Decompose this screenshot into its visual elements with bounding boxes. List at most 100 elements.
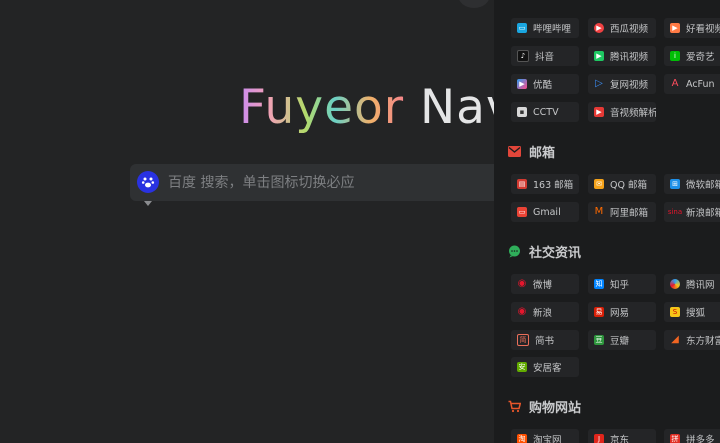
youku-icon: ▶ [517, 79, 527, 89]
link-douban[interactable]: 豆豆瓣 [588, 330, 656, 350]
iqiyi-icon: i [670, 51, 680, 61]
sina-mail-icon: sina [667, 207, 683, 216]
anjuke-icon: 安 [517, 362, 527, 372]
link-eastmoney[interactable]: ◢ 东方财富 [664, 330, 720, 350]
top-circle-button[interactable] [458, 0, 490, 8]
xigua-icon: ▶ [594, 23, 604, 33]
logo-brand: Fuyeor [239, 80, 405, 135]
link-bilibili[interactable]: ▭ 哔哩哔哩 [511, 18, 579, 38]
link-label: QQ 邮箱 [610, 180, 647, 191]
chat-bubble-icon [508, 245, 521, 258]
link-label: 音视频解析 [610, 108, 656, 119]
zhihu-icon: 知 [594, 279, 604, 289]
link-sina[interactable]: ◉ 新浪 [511, 302, 579, 322]
link-label: 163 邮箱 [533, 180, 574, 191]
cctv-icon: ▪ [517, 107, 527, 117]
link-weibo[interactable]: ◉ 微博 [511, 274, 579, 294]
link-fuwang-video[interactable]: ▷ 复网视频 [588, 74, 656, 94]
haokan-icon: ▶ [670, 23, 680, 33]
link-label: 好看视频 [686, 24, 720, 35]
link-label: 京东 [610, 435, 630, 443]
play-icon: ▷ [595, 78, 603, 89]
link-zhihu[interactable]: 知知乎 [588, 274, 656, 294]
link-pinduoduo[interactable]: 拼拼多多 [664, 429, 720, 443]
section-label: 邮箱 [529, 146, 556, 161]
sidebar-panel: ▭ 哔哩哔哩 ▶ 西瓜视频 ▶ 好看视频 ♪ 抖音 ▶ 腾讯视频 i 爱奇艺 ▶ 优酷 ▷ 复网… [494, 0, 720, 443]
cart-icon [508, 400, 521, 413]
link-label: 复网视频 [610, 80, 649, 91]
engine-dropdown-caret-icon[interactable] [144, 201, 152, 206]
link-tencent-video[interactable]: ▶ 腾讯视频 [588, 46, 656, 66]
link-label: 新浪 [533, 308, 553, 319]
link-label: AcFun [686, 78, 715, 90]
site-logo: Fuyeor Nav [239, 80, 515, 135]
main-area: Fuyeor Nav [0, 0, 514, 443]
section-label: 社交资讯 [529, 246, 582, 261]
link-label: 优酷 [533, 80, 553, 91]
link-douyin[interactable]: ♪ 抖音 [511, 46, 579, 66]
link-label: 爱奇艺 [686, 52, 715, 63]
section-mail-title: 邮箱 [508, 142, 555, 161]
bilibili-icon: ▭ [517, 23, 527, 33]
link-label: 阿里邮箱 [610, 208, 649, 219]
link-label: Gmail [533, 206, 561, 218]
link-netease[interactable]: 易网易 [588, 302, 656, 322]
section-label: 购物网站 [529, 401, 582, 416]
link-qq-mail[interactable]: ✉ QQ 邮箱 [588, 174, 656, 194]
link-outlook-mail[interactable]: ⊞ 微软邮箱 [664, 174, 720, 194]
outlook-icon: ⊞ [670, 179, 680, 189]
link-label: 抖音 [535, 52, 555, 63]
link-jd[interactable]: J 京东 [588, 429, 656, 443]
aliyun-mail-icon: M [594, 206, 604, 217]
taobao-icon: 淘 [517, 434, 527, 443]
link-label: 腾讯网 [686, 280, 715, 291]
link-label: CCTV [533, 106, 559, 118]
netease-icon: 易 [594, 307, 604, 317]
pinduoduo-icon: 拼 [670, 434, 680, 443]
link-label: 西瓜视频 [610, 24, 649, 35]
search-input[interactable] [168, 164, 488, 201]
link-video-parser[interactable]: ▶ 音视频解析 [588, 102, 656, 122]
douyin-icon: ♪ [517, 50, 529, 62]
link-qq-news[interactable]: 腾讯网 [664, 274, 720, 294]
link-taobao[interactable]: 淘淘宝网 [511, 429, 579, 443]
link-iqiyi[interactable]: i 爱奇艺 [664, 46, 720, 66]
search-box [130, 164, 500, 201]
link-gmail[interactable]: ▭ Gmail [511, 202, 579, 222]
link-haokan[interactable]: ▶ 好看视频 [664, 18, 720, 38]
jd-icon: J [594, 434, 604, 443]
gmail-icon: ▭ [517, 207, 527, 217]
link-label: 新浪邮箱 [686, 208, 720, 219]
link-label: 微软邮箱 [686, 180, 720, 191]
qq-news-icon [670, 279, 680, 289]
link-youku[interactable]: ▶ 优酷 [511, 74, 579, 94]
jianshu-icon: 简 [517, 334, 529, 346]
eastmoney-icon: ◢ [671, 334, 679, 345]
link-aliyun-mail[interactable]: M 阿里邮箱 [588, 202, 656, 222]
douban-icon: 豆 [594, 335, 604, 345]
link-xigua[interactable]: ▶ 西瓜视频 [588, 18, 656, 38]
sina-icon: ◉ [517, 306, 527, 317]
link-sohu[interactable]: S 搜狐 [664, 302, 720, 322]
link-label: 哔哩哔哩 [533, 24, 572, 35]
link-cctv[interactable]: ▪ CCTV [511, 102, 579, 122]
link-jianshu[interactable]: 简简书 [511, 330, 579, 350]
link-label: 知乎 [610, 280, 630, 291]
link-label: 东方财富 [686, 336, 720, 347]
sohu-icon: S [670, 307, 680, 317]
acfun-icon: A [671, 78, 679, 89]
link-163-mail[interactable]: ▤ 163 邮箱 [511, 174, 579, 194]
link-label: 搜狐 [686, 308, 706, 319]
youtube-icon: ▶ [594, 107, 604, 117]
link-label: 豆瓣 [610, 336, 630, 347]
baidu-paw-icon[interactable] [137, 171, 159, 193]
link-label: 安居客 [533, 363, 562, 374]
qq-mail-icon: ✉ [594, 179, 604, 189]
link-anjuke[interactable]: 安安居客 [511, 357, 579, 377]
tencent-video-icon: ▶ [594, 51, 604, 61]
link-label: 腾讯视频 [610, 52, 649, 63]
link-label: 微博 [533, 280, 553, 291]
envelope-icon [508, 145, 521, 158]
link-sina-mail[interactable]: sina 新浪邮箱 [664, 202, 720, 222]
link-acfun[interactable]: A AcFun [664, 74, 720, 94]
